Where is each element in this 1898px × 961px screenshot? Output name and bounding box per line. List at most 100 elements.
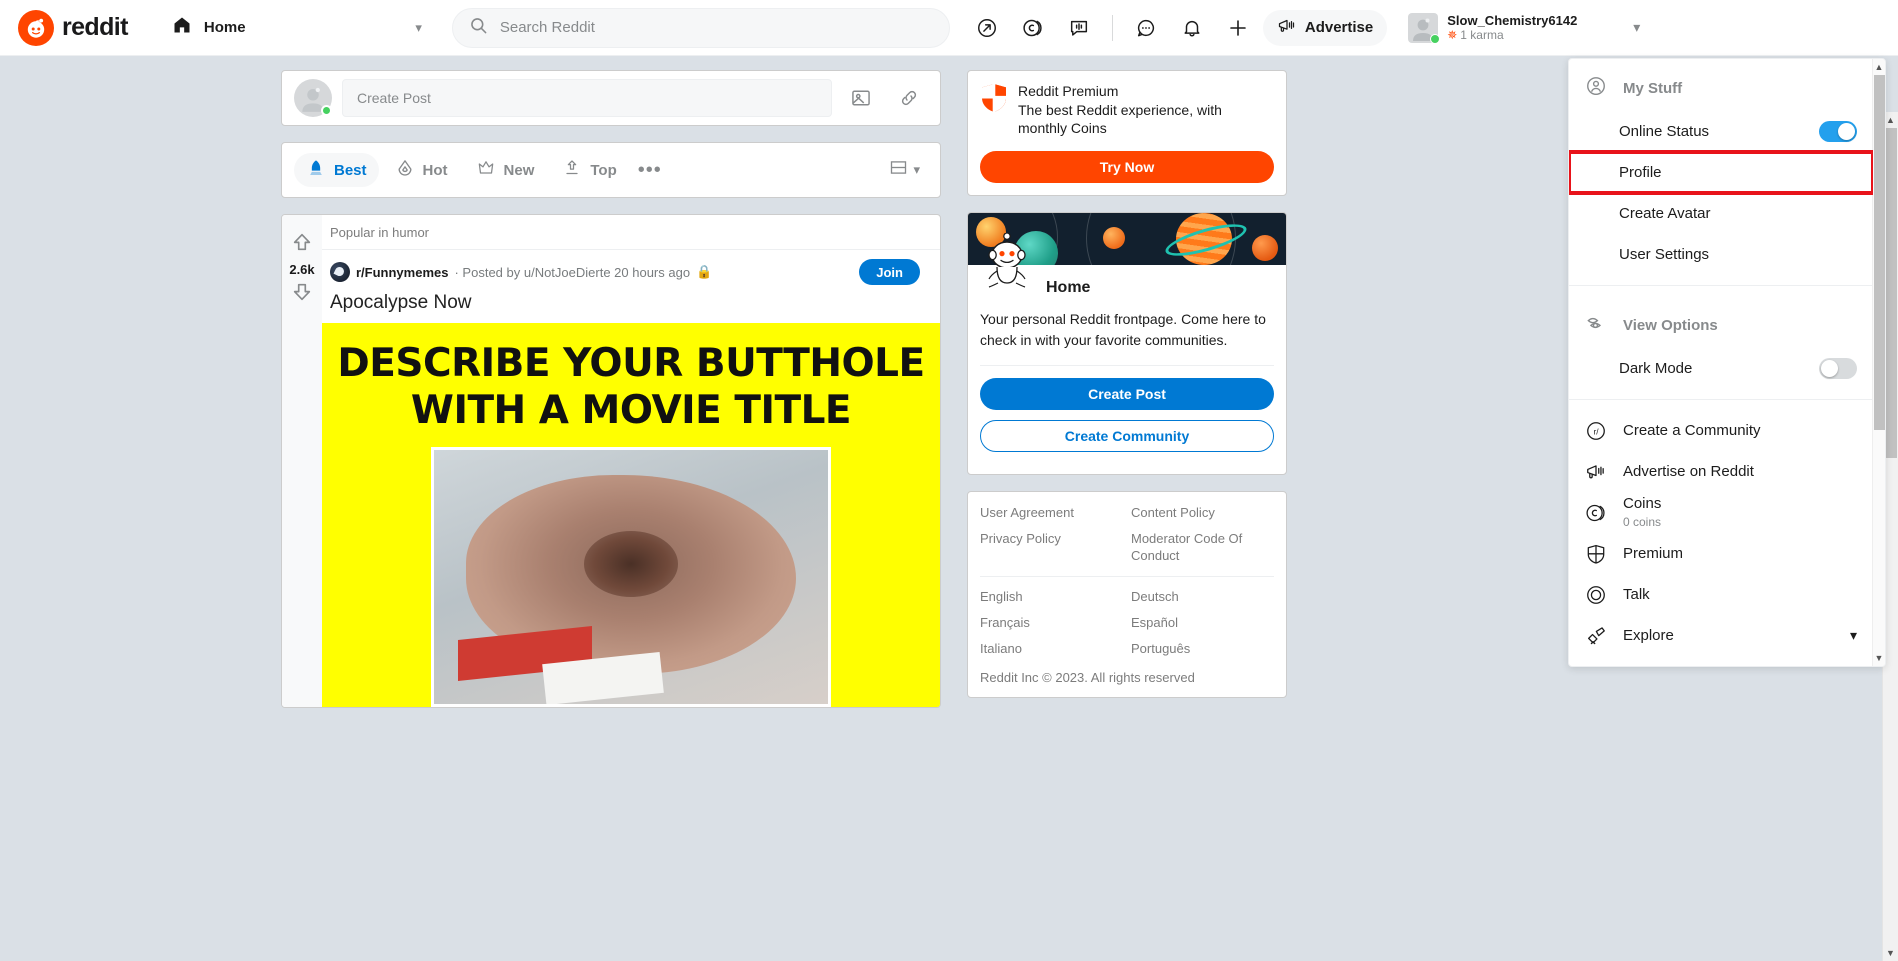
subreddit-link[interactable]: r/Funnymemes	[356, 265, 448, 280]
user-menu-button[interactable]: Slow_Chemistry6142 ✵ 1 karma ▾	[1399, 7, 1649, 49]
dropdown-scroll-area: My Stuff Online Status Profile Create Av…	[1569, 59, 1873, 666]
tab-label: Hot	[422, 161, 448, 179]
dropdown-link-coins[interactable]: Coins 0 coins	[1569, 492, 1873, 533]
karma-icon: ✵	[1447, 27, 1458, 42]
scroll-up-arrow-icon[interactable]: ▲	[1886, 112, 1895, 128]
footer-link[interactable]: Content Policy	[1131, 504, 1274, 521]
home-info-card: Home Your personal Reddit frontpage. Com…	[967, 212, 1287, 475]
search-input[interactable]	[499, 19, 933, 36]
upvote-button[interactable]	[291, 231, 313, 258]
premium-shield-icon	[980, 83, 1008, 113]
home-snoo-icon	[980, 232, 1034, 291]
create-community-button[interactable]: Create Community	[980, 420, 1274, 452]
post-image-meme[interactable]: DESCRIBE YOUR BUTTHOLE WITH A MOVIE TITL…	[322, 323, 940, 707]
sidebar-footer-card: User Agreement Content Policy Privacy Po…	[967, 491, 1287, 698]
create-post-input[interactable]	[357, 90, 817, 106]
scroll-down-arrow-icon[interactable]: ▼	[1875, 650, 1884, 666]
dropdown-item-label: User Settings	[1619, 246, 1710, 263]
dropdown-section-my-stuff-header: My Stuff	[1569, 59, 1873, 111]
subreddit-icon: r/	[1585, 420, 1607, 442]
section-header-label: My Stuff	[1623, 79, 1683, 97]
tab-new[interactable]: New	[464, 153, 547, 187]
coins-icon[interactable]	[1014, 9, 1052, 47]
svg-text:r/: r/	[1593, 427, 1599, 436]
dropdown-item-label: Create Avatar	[1619, 205, 1711, 222]
search-bar[interactable]	[451, 7, 950, 48]
join-button[interactable]: Join	[859, 259, 920, 285]
dropdown-section-view-options-header: View Options	[1569, 296, 1873, 348]
user-dropdown-menu: My Stuff Online Status Profile Create Av…	[1568, 58, 1886, 667]
post-meta-text: · Posted by u/NotJoeDierte 20 hours ago	[454, 264, 691, 280]
home-card-title: Home	[1046, 279, 1091, 296]
community-picker-home[interactable]: Home ▾	[162, 9, 432, 47]
coins-icon	[1585, 502, 1607, 524]
divider	[980, 576, 1274, 577]
avatar	[294, 79, 332, 117]
tab-top[interactable]: Top	[550, 153, 628, 187]
talk-icon[interactable]	[1060, 9, 1098, 47]
notifications-icon[interactable]	[1173, 9, 1211, 47]
chevron-down-icon[interactable]: ▾	[1850, 627, 1857, 644]
language-link[interactable]: Français	[980, 614, 1123, 631]
dropdown-link-advertise-on-reddit[interactable]: Advertise on Reddit	[1569, 451, 1873, 492]
dropdown-item-user-settings[interactable]: User Settings	[1569, 234, 1873, 275]
scroll-down-arrow-icon[interactable]: ▼	[1886, 945, 1895, 961]
add-image-button[interactable]	[842, 79, 880, 117]
language-link[interactable]: Português	[1131, 640, 1274, 657]
tab-label: Best	[334, 161, 367, 179]
post-title[interactable]: Apocalypse Now	[322, 285, 940, 323]
more-sort-options-button[interactable]: •••	[633, 153, 667, 187]
reddit-logo-home-link[interactable]: reddit	[18, 9, 128, 46]
chevron-down-icon: ▾	[415, 19, 422, 35]
page-scrollbar-thumb[interactable]	[1884, 128, 1897, 458]
dropdown-link-talk[interactable]: Talk	[1569, 574, 1873, 615]
tab-label: New	[503, 161, 535, 179]
dropdown-item-create-avatar[interactable]: Create Avatar	[1569, 193, 1873, 234]
dropdown-link-create-community[interactable]: r/ Create a Community	[1569, 410, 1873, 451]
dropdown-link-label: Coins	[1623, 494, 1662, 512]
feed-column: Best Hot New	[281, 70, 941, 708]
tab-hot[interactable]: Hot	[383, 153, 460, 187]
language-link[interactable]: English	[980, 588, 1123, 605]
online-status-toggle[interactable]	[1819, 121, 1857, 142]
create-post-button[interactable]: Create Post	[980, 378, 1274, 410]
home-card-description: Your personal Reddit frontpage. Come her…	[980, 311, 1266, 348]
community-picker-label: Home	[203, 19, 246, 36]
footer-link[interactable]: Moderator Code Of Conduct	[1131, 530, 1274, 564]
create-post-icon[interactable]	[1219, 9, 1257, 47]
chat-icon[interactable]	[1127, 9, 1165, 47]
dropdown-link-explore[interactable]: Explore ▾	[1569, 615, 1873, 656]
dropdown-link-label: Talk	[1623, 586, 1650, 603]
language-link[interactable]: Español	[1131, 614, 1274, 631]
advertise-button[interactable]: Advertise	[1262, 9, 1388, 46]
dark-mode-toggle[interactable]	[1819, 358, 1857, 379]
dropdown-item-label: Dark Mode	[1619, 360, 1693, 377]
divider	[1569, 399, 1873, 400]
tab-best[interactable]: Best	[294, 153, 379, 187]
footer-link[interactable]: Privacy Policy	[980, 530, 1123, 564]
downvote-button[interactable]	[291, 281, 313, 308]
scroll-up-arrow-icon[interactable]: ▲	[1875, 59, 1884, 75]
dropdown-item-label: Online Status	[1619, 123, 1710, 140]
footer-link[interactable]: User Agreement	[980, 504, 1123, 521]
try-now-button[interactable]: Try Now	[980, 151, 1274, 183]
feed-sort-bar: Best Hot New Top ••• ▾	[281, 142, 941, 198]
dropdown-scrollbar-track[interactable]	[1873, 75, 1885, 650]
dropdown-scrollbar-thumb[interactable]	[1873, 75, 1885, 430]
footer-policy-links: User Agreement Content Policy Privacy Po…	[980, 504, 1274, 564]
dropdown-item-online-status[interactable]: Online Status	[1569, 111, 1873, 152]
view-layout-selector[interactable]: ▾	[880, 151, 928, 189]
dropdown-link-premium[interactable]: Premium	[1569, 533, 1873, 574]
dropdown-scrollbar[interactable]: ▲ ▼	[1872, 59, 1885, 666]
language-link[interactable]: Deutsch	[1131, 588, 1274, 605]
dropdown-item-dark-mode[interactable]: Dark Mode	[1569, 348, 1873, 389]
language-link[interactable]: Italiano	[980, 640, 1123, 657]
dropdown-link-label: Premium	[1623, 545, 1684, 562]
megaphone-icon	[1277, 16, 1297, 40]
create-post-input-wrapper[interactable]	[342, 79, 832, 117]
dropdown-link-label: Explore	[1623, 627, 1674, 644]
dropdown-item-profile[interactable]: Profile	[1569, 150, 1873, 195]
popular-icon[interactable]	[968, 9, 1006, 47]
add-link-button[interactable]	[890, 79, 928, 117]
subreddit-avatar	[330, 262, 350, 282]
